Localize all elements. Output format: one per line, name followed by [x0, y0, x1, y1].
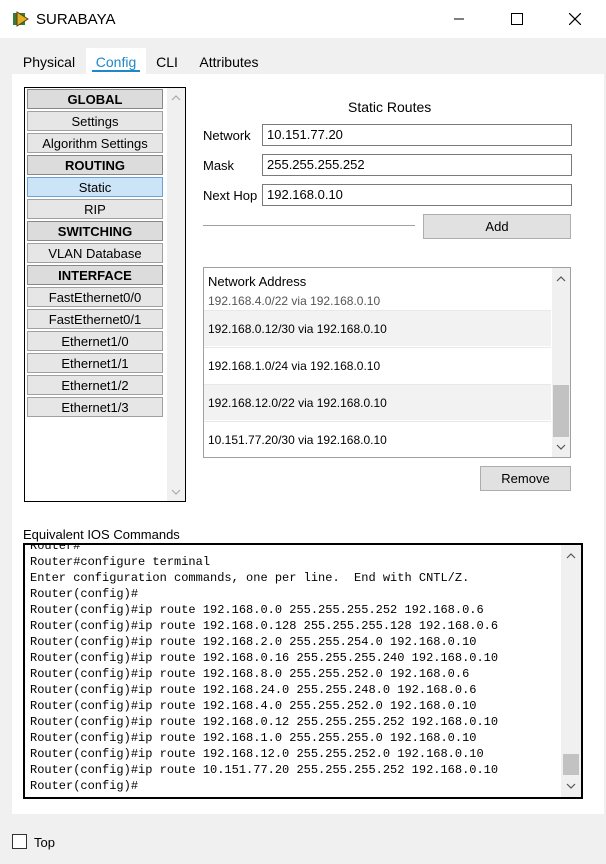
nav-header-interface[interactable]: INTERFACE: [27, 265, 163, 285]
tab-attributes[interactable]: Attributes: [190, 48, 268, 74]
ios-scroll-thumb[interactable]: [563, 754, 579, 775]
chevron-down-icon[interactable]: [168, 484, 184, 500]
ios-commands-label: Equivalent IOS Commands: [23, 527, 180, 542]
ios-line: Router(config)#ip route 192.168.0.16 255…: [30, 651, 499, 665]
tab-cli[interactable]: CLI: [148, 48, 186, 74]
tab-config[interactable]: Config: [86, 48, 146, 74]
close-icon: [569, 13, 581, 25]
next-hop-label: Next Hop: [203, 188, 258, 203]
nav-item-ethernet1-1[interactable]: Ethernet1/1: [27, 353, 163, 373]
top-checkbox[interactable]: [12, 834, 27, 849]
route-row[interactable]: 10.151.77.20/30 via 192.168.0.10: [204, 421, 551, 457]
nav-header-global[interactable]: GLOBAL: [27, 89, 163, 109]
window-title: SURABAYA: [36, 11, 116, 28]
static-routes-heading: Static Routes: [348, 99, 432, 115]
routes-scroll-thumb[interactable]: [553, 385, 569, 437]
nav-item-settings[interactable]: Settings: [27, 111, 163, 131]
nav-header-switching[interactable]: SWITCHING: [27, 221, 163, 241]
ios-line: Router#configure terminal: [30, 555, 211, 569]
close-button[interactable]: [552, 0, 598, 38]
maximize-button[interactable]: [494, 0, 540, 38]
add-route-button[interactable]: Add: [423, 214, 571, 239]
list-header-bg: Network Address: [204, 268, 551, 292]
nav-item-ethernet1-3[interactable]: Ethernet1/3: [27, 397, 163, 417]
route-row[interactable]: 192.168.12.0/22 via 192.168.0.10: [204, 384, 551, 420]
ios-line: Router#: [30, 543, 81, 553]
ios-line: Router(config)#ip route 192.168.0.128 25…: [30, 619, 499, 633]
packet-tracer-app-icon: [13, 11, 29, 27]
ios-line: Router(config)#ip route 10.151.77.20 255…: [30, 763, 499, 777]
active-tab-underline: [92, 70, 140, 72]
minimize-icon: [454, 18, 464, 20]
ios-line: Router(config)#: [30, 779, 139, 793]
nav-item-static[interactable]: Static: [27, 177, 163, 197]
network-label: Network: [203, 128, 251, 143]
network-input[interactable]: 10.151.77.20: [262, 124, 572, 146]
tab-physical[interactable]: Physical: [12, 48, 86, 74]
remove-route-button[interactable]: Remove: [480, 466, 571, 491]
chevron-up-icon[interactable]: [563, 548, 579, 564]
nav-item-vlan-database[interactable]: VLAN Database: [27, 243, 163, 263]
chevron-down-icon[interactable]: [563, 778, 579, 794]
nav-item-algorithm-settings[interactable]: Algorithm Settings: [27, 133, 163, 153]
maximize-icon: [511, 13, 523, 25]
ios-line: Router(config)#ip route 192.168.4.0 255.…: [30, 699, 477, 713]
nav-item-ethernet1-2[interactable]: Ethernet1/2: [27, 375, 163, 395]
ios-line: Enter configuration commands, one per li…: [30, 571, 470, 585]
nav-item-rip[interactable]: RIP: [27, 199, 163, 219]
nav-item-ethernet1-0[interactable]: Ethernet1/0: [27, 331, 163, 351]
route-row[interactable]: 192.168.0.12/30 via 192.168.0.10: [204, 310, 551, 346]
routes-scrollbar[interactable]: [552, 268, 570, 457]
network-address-list: Network Address 192.168.4.0/22 via 192.1…: [203, 267, 571, 458]
ios-line: Router(config)#ip route 192.168.24.0 255…: [30, 683, 477, 697]
ios-line: Router(config)#ip route 192.168.12.0 255…: [30, 747, 484, 761]
nav-item-fastethernet0-1[interactable]: FastEthernet0/1: [27, 309, 163, 329]
ios-line: Router(config)#ip route 192.168.0.12 255…: [30, 715, 499, 729]
mask-input[interactable]: 255.255.255.252: [262, 154, 572, 176]
ios-line: Router(config)#ip route 192.168.1.0 255.…: [30, 731, 477, 745]
mask-label: Mask: [203, 158, 235, 173]
chevron-down-icon[interactable]: [553, 439, 569, 455]
top-checkbox-label: Top: [34, 835, 55, 850]
minimize-button[interactable]: [436, 0, 482, 38]
ios-line: Router(config)#ip route 192.168.2.0 255.…: [30, 635, 477, 649]
next-hop-input[interactable]: 192.168.0.10: [262, 184, 572, 206]
nav-scrollbar[interactable]: [167, 88, 185, 501]
nav-item-fastethernet0-0[interactable]: FastEthernet0/0: [27, 287, 163, 307]
chevron-up-icon[interactable]: [553, 271, 569, 287]
route-row[interactable]: 192.168.1.0/24 via 192.168.0.10: [204, 347, 551, 383]
form-separator: [203, 225, 415, 227]
ios-commands-console: Router# Router#configure terminal Enter …: [23, 543, 583, 799]
ios-line: Router(config)#ip route 192.168.8.0 255.…: [30, 667, 470, 681]
ios-line: Router(config)#: [30, 587, 139, 601]
chevron-up-icon[interactable]: [168, 90, 184, 106]
config-nav-list: GLOBAL Settings Algorithm Settings ROUTI…: [24, 87, 186, 502]
ios-line: Router(config)#ip route 192.168.0.0 255.…: [30, 603, 484, 617]
title-bar: SURABAYA: [0, 0, 606, 38]
ios-scrollbar[interactable]: [561, 545, 581, 797]
nav-header-routing[interactable]: ROUTING: [27, 155, 163, 175]
